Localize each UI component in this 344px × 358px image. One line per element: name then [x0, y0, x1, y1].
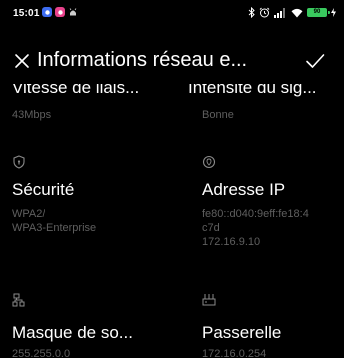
alarm-icon [259, 7, 270, 18]
ip-value-line1: fe80::d040:9eff:fe18:4 [202, 208, 309, 220]
wifi-icon [291, 8, 303, 17]
signal-value: Bonne [202, 109, 234, 121]
toolbar: Informations réseau e... [0, 48, 344, 82]
speed-value: 43Mbps [12, 109, 52, 121]
status-bar: 15:01 90 [0, 0, 344, 28]
page-title: Informations réseau e... [37, 49, 248, 71]
speed-label: Vitesse de liais... [12, 84, 140, 97]
gateway-label: Passerelle [202, 323, 282, 342]
charging-icon [331, 8, 336, 17]
security-value-line1: WPA2/ [12, 208, 46, 220]
signal-icon [274, 7, 285, 18]
shield-icon [13, 155, 25, 169]
network-icon [12, 293, 25, 307]
row-speed-signal: Vitesse de liais... Intensité du sig... [0, 84, 344, 103]
mask-value: 255.255.0.0 [12, 348, 71, 358]
ip-value-line2: c7d [202, 222, 220, 234]
security-value-line2: WPA3-Enterprise [12, 222, 97, 234]
check-icon [306, 54, 325, 68]
app-notification-icon [55, 7, 65, 17]
router-icon [202, 294, 216, 306]
ip-label: Adresse IP [202, 180, 286, 199]
close-icon [15, 54, 29, 68]
gateway-value: 172.16.0.254 [202, 348, 267, 358]
signal-label: Intensité du sig... [188, 84, 317, 97]
mask-label: Masque de so... [12, 323, 133, 342]
security-label: Sécurité [12, 180, 75, 199]
system-icons: 90 [248, 7, 336, 18]
confirm-button[interactable] [304, 50, 326, 72]
location-pin-icon [202, 155, 216, 169]
status-time: 15:01 [13, 8, 40, 19]
notification-icons [42, 7, 78, 17]
ip-value-line3: 172.16.9.10 [202, 236, 261, 248]
battery-icon: 90 [307, 8, 330, 17]
close-button[interactable] [12, 51, 32, 71]
bluetooth-icon [248, 7, 255, 18]
app-notification-icon [42, 7, 52, 17]
android-notification-icon [68, 7, 78, 17]
